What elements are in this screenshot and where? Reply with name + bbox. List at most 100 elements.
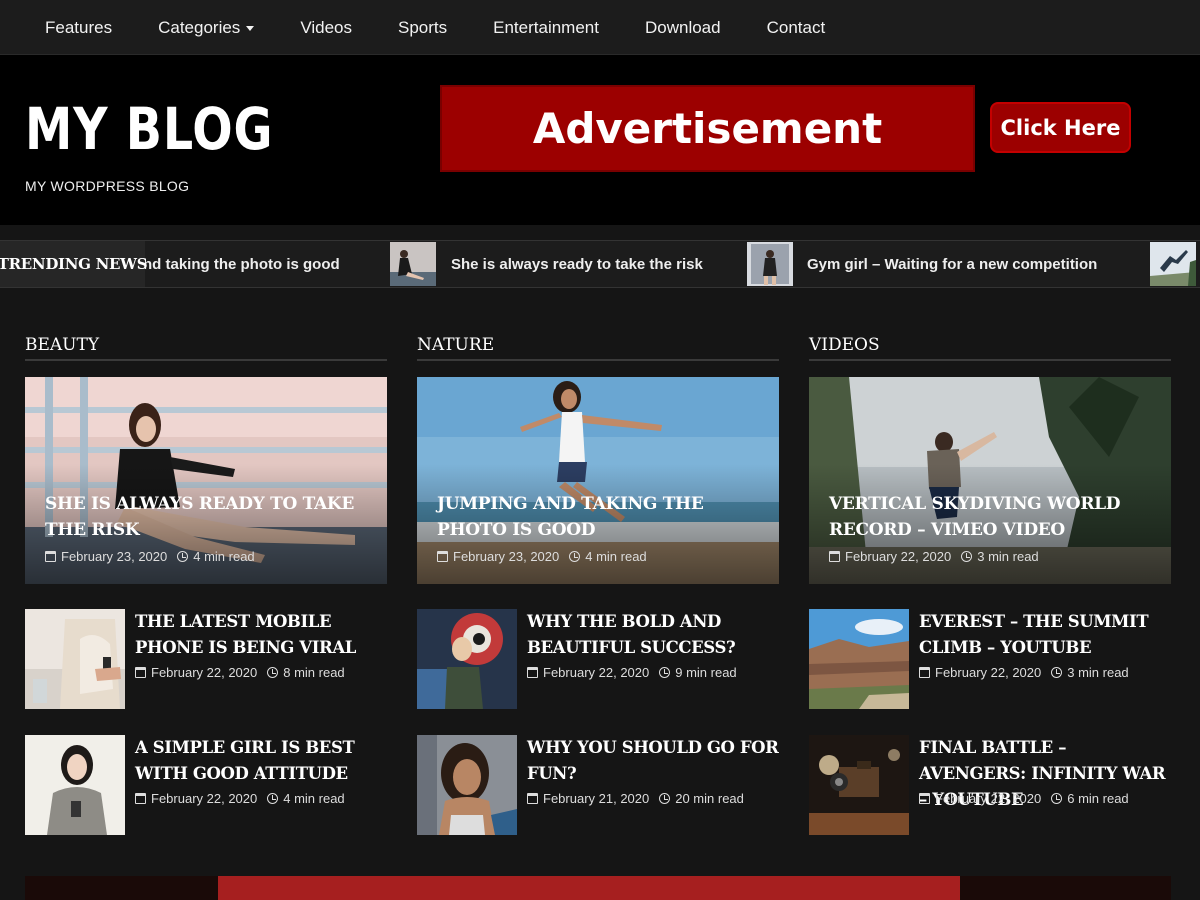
post-date[interactable]: February 22, 2020 (935, 665, 1041, 680)
post-date[interactable]: February 22, 2020 (935, 791, 1041, 806)
section-title: VIDEOS (809, 333, 1171, 361)
ticker-thumbnail[interactable] (390, 242, 436, 286)
post-read-time: 6 min read (1067, 791, 1129, 806)
post-read-time: 20 min read (675, 791, 744, 806)
nav-item-videos[interactable]: Videos (277, 18, 375, 38)
post-meta: February 22, 2020 3 min read (829, 549, 1039, 564)
post-thumbnail[interactable] (25, 609, 125, 709)
clock-icon (267, 667, 279, 678)
calendar-icon (919, 667, 930, 678)
nav-item-entertainment[interactable]: Entertainment (470, 18, 622, 38)
list-item[interactable]: Everest – The Summit Climb – YouTube Feb… (809, 609, 1171, 710)
post-date[interactable]: February 21, 2020 (543, 791, 649, 806)
section-title-text: NATURE (417, 335, 495, 355)
clock-icon (1051, 793, 1063, 804)
top-navigation: Features Categories Videos Sports Entert… (0, 0, 1200, 55)
post-meta: February 22, 2020 3 min read (919, 665, 1129, 680)
post-date[interactable]: February 22, 2020 (151, 665, 257, 680)
advertisement-banner[interactable]: Advertisement (440, 85, 975, 172)
post-meta: February 21, 2020 20 min read (527, 791, 744, 806)
ticker-item[interactable]: nd taking the photo is good (143, 241, 340, 287)
section-nature: NATURE Jumping and taking the photo is g… (417, 333, 779, 836)
featured-post[interactable]: Vertical Skydiving World Record – Vimeo … (809, 377, 1171, 584)
trending-news-label: TRENDING NEWS (0, 241, 148, 287)
post-title[interactable]: Everest – The Summit Climb – YouTube (919, 609, 1171, 661)
post-thumbnail[interactable] (417, 735, 517, 835)
post-thumbnail[interactable] (25, 735, 125, 835)
clock-icon (1051, 667, 1063, 678)
click-here-button[interactable]: Click Here (990, 102, 1131, 153)
calendar-icon (919, 793, 930, 804)
calendar-icon (135, 793, 146, 804)
calendar-icon (437, 551, 448, 562)
clock-icon (659, 667, 671, 678)
post-date[interactable]: February 23, 2020 (453, 549, 559, 564)
post-date[interactable]: February 23, 2020 (61, 549, 167, 564)
post-title[interactable]: A simple girl is best with good attitude (135, 735, 387, 787)
nav-item-download[interactable]: Download (622, 18, 744, 38)
ticker-item[interactable]: Gym girl – Waiting for a new competition (807, 241, 1097, 287)
calendar-icon (527, 667, 538, 678)
featured-post[interactable]: She is always ready to take the risk Feb… (25, 377, 387, 584)
featured-post[interactable]: Jumping and taking the photo is good Feb… (417, 377, 779, 584)
bottom-banner-strip (218, 876, 960, 900)
post-read-time: 4 min read (193, 549, 255, 564)
calendar-icon (829, 551, 840, 562)
caret-down-icon (246, 25, 255, 31)
post-meta: February 22, 2020 6 min read (919, 791, 1129, 806)
post-read-time: 4 min read (585, 549, 647, 564)
post-title[interactable]: Why the bold and beautiful success? (527, 609, 779, 661)
ticker-item[interactable]: She is always ready to take the risk (451, 241, 703, 287)
post-title[interactable]: The latest mobile phone is being viral (135, 609, 387, 661)
clock-icon (569, 551, 581, 562)
calendar-icon (527, 793, 538, 804)
section-title: BEAUTY (25, 333, 387, 361)
list-item[interactable]: Final Battle – Avengers: Infinity War – … (809, 735, 1171, 836)
list-item[interactable]: The latest mobile phone is being viral F… (25, 609, 387, 710)
clock-icon (659, 793, 671, 804)
post-read-time: 3 min read (1067, 665, 1129, 680)
featured-post-title[interactable]: She is always ready to take the risk (45, 491, 367, 543)
nav-item-contact[interactable]: Contact (744, 18, 849, 38)
post-date[interactable]: February 22, 2020 (151, 791, 257, 806)
trending-news-ticker: TRENDING NEWS nd taking the photo is goo… (0, 240, 1200, 288)
ticker-thumbnail[interactable] (747, 242, 793, 286)
section-title: NATURE (417, 333, 779, 361)
list-item[interactable]: Why the bold and beautiful success? Febr… (417, 609, 779, 710)
post-read-time: 9 min read (675, 665, 737, 680)
post-thumbnail[interactable] (809, 609, 909, 709)
post-date[interactable]: February 22, 2020 (543, 665, 649, 680)
nav-item-sports[interactable]: Sports (375, 18, 470, 38)
post-read-time: 3 min read (977, 549, 1039, 564)
post-meta: February 22, 2020 9 min read (527, 665, 737, 680)
calendar-icon (45, 551, 56, 562)
site-header: MY BLOG MY WORDPRESS BLOG Advertisement … (0, 55, 1200, 225)
list-item[interactable]: Why you should go for fun? February 21, … (417, 735, 779, 836)
post-meta: February 22, 2020 4 min read (135, 791, 345, 806)
advertisement-text: Advertisement (532, 104, 883, 153)
list-item[interactable]: A simple girl is best with good attitude… (25, 735, 387, 836)
section-title-text: VIDEOS (809, 335, 880, 355)
bottom-banner[interactable] (25, 876, 1171, 900)
featured-post-title[interactable]: Jumping and taking the photo is good (437, 491, 759, 543)
calendar-icon (135, 667, 146, 678)
post-read-time: 4 min read (283, 791, 345, 806)
nav-item-categories[interactable]: Categories (135, 18, 277, 38)
post-meta: February 23, 2020 4 min read (45, 549, 255, 564)
nav-item-features[interactable]: Features (22, 18, 135, 38)
post-meta: February 22, 2020 8 min read (135, 665, 345, 680)
site-logo[interactable]: MY BLOG (25, 97, 273, 161)
clock-icon (177, 551, 189, 562)
post-title[interactable]: Why you should go for fun? (527, 735, 779, 787)
post-thumbnail[interactable] (809, 735, 909, 835)
post-date[interactable]: February 22, 2020 (845, 549, 951, 564)
nav-item-categories-label: Categories (158, 17, 241, 37)
section-beauty: BEAUTY She is always ready to take the r… (25, 333, 387, 836)
ticker-thumbnail[interactable] (1150, 242, 1196, 286)
featured-post-title[interactable]: Vertical Skydiving World Record – Vimeo … (829, 491, 1151, 543)
section-videos: VIDEOS Vertical Skydiving World Record –… (809, 333, 1171, 836)
section-title-text: BEAUTY (25, 335, 100, 355)
post-thumbnail[interactable] (417, 609, 517, 709)
site-tagline: MY WORDPRESS BLOG (25, 178, 190, 194)
post-meta: February 23, 2020 4 min read (437, 549, 647, 564)
